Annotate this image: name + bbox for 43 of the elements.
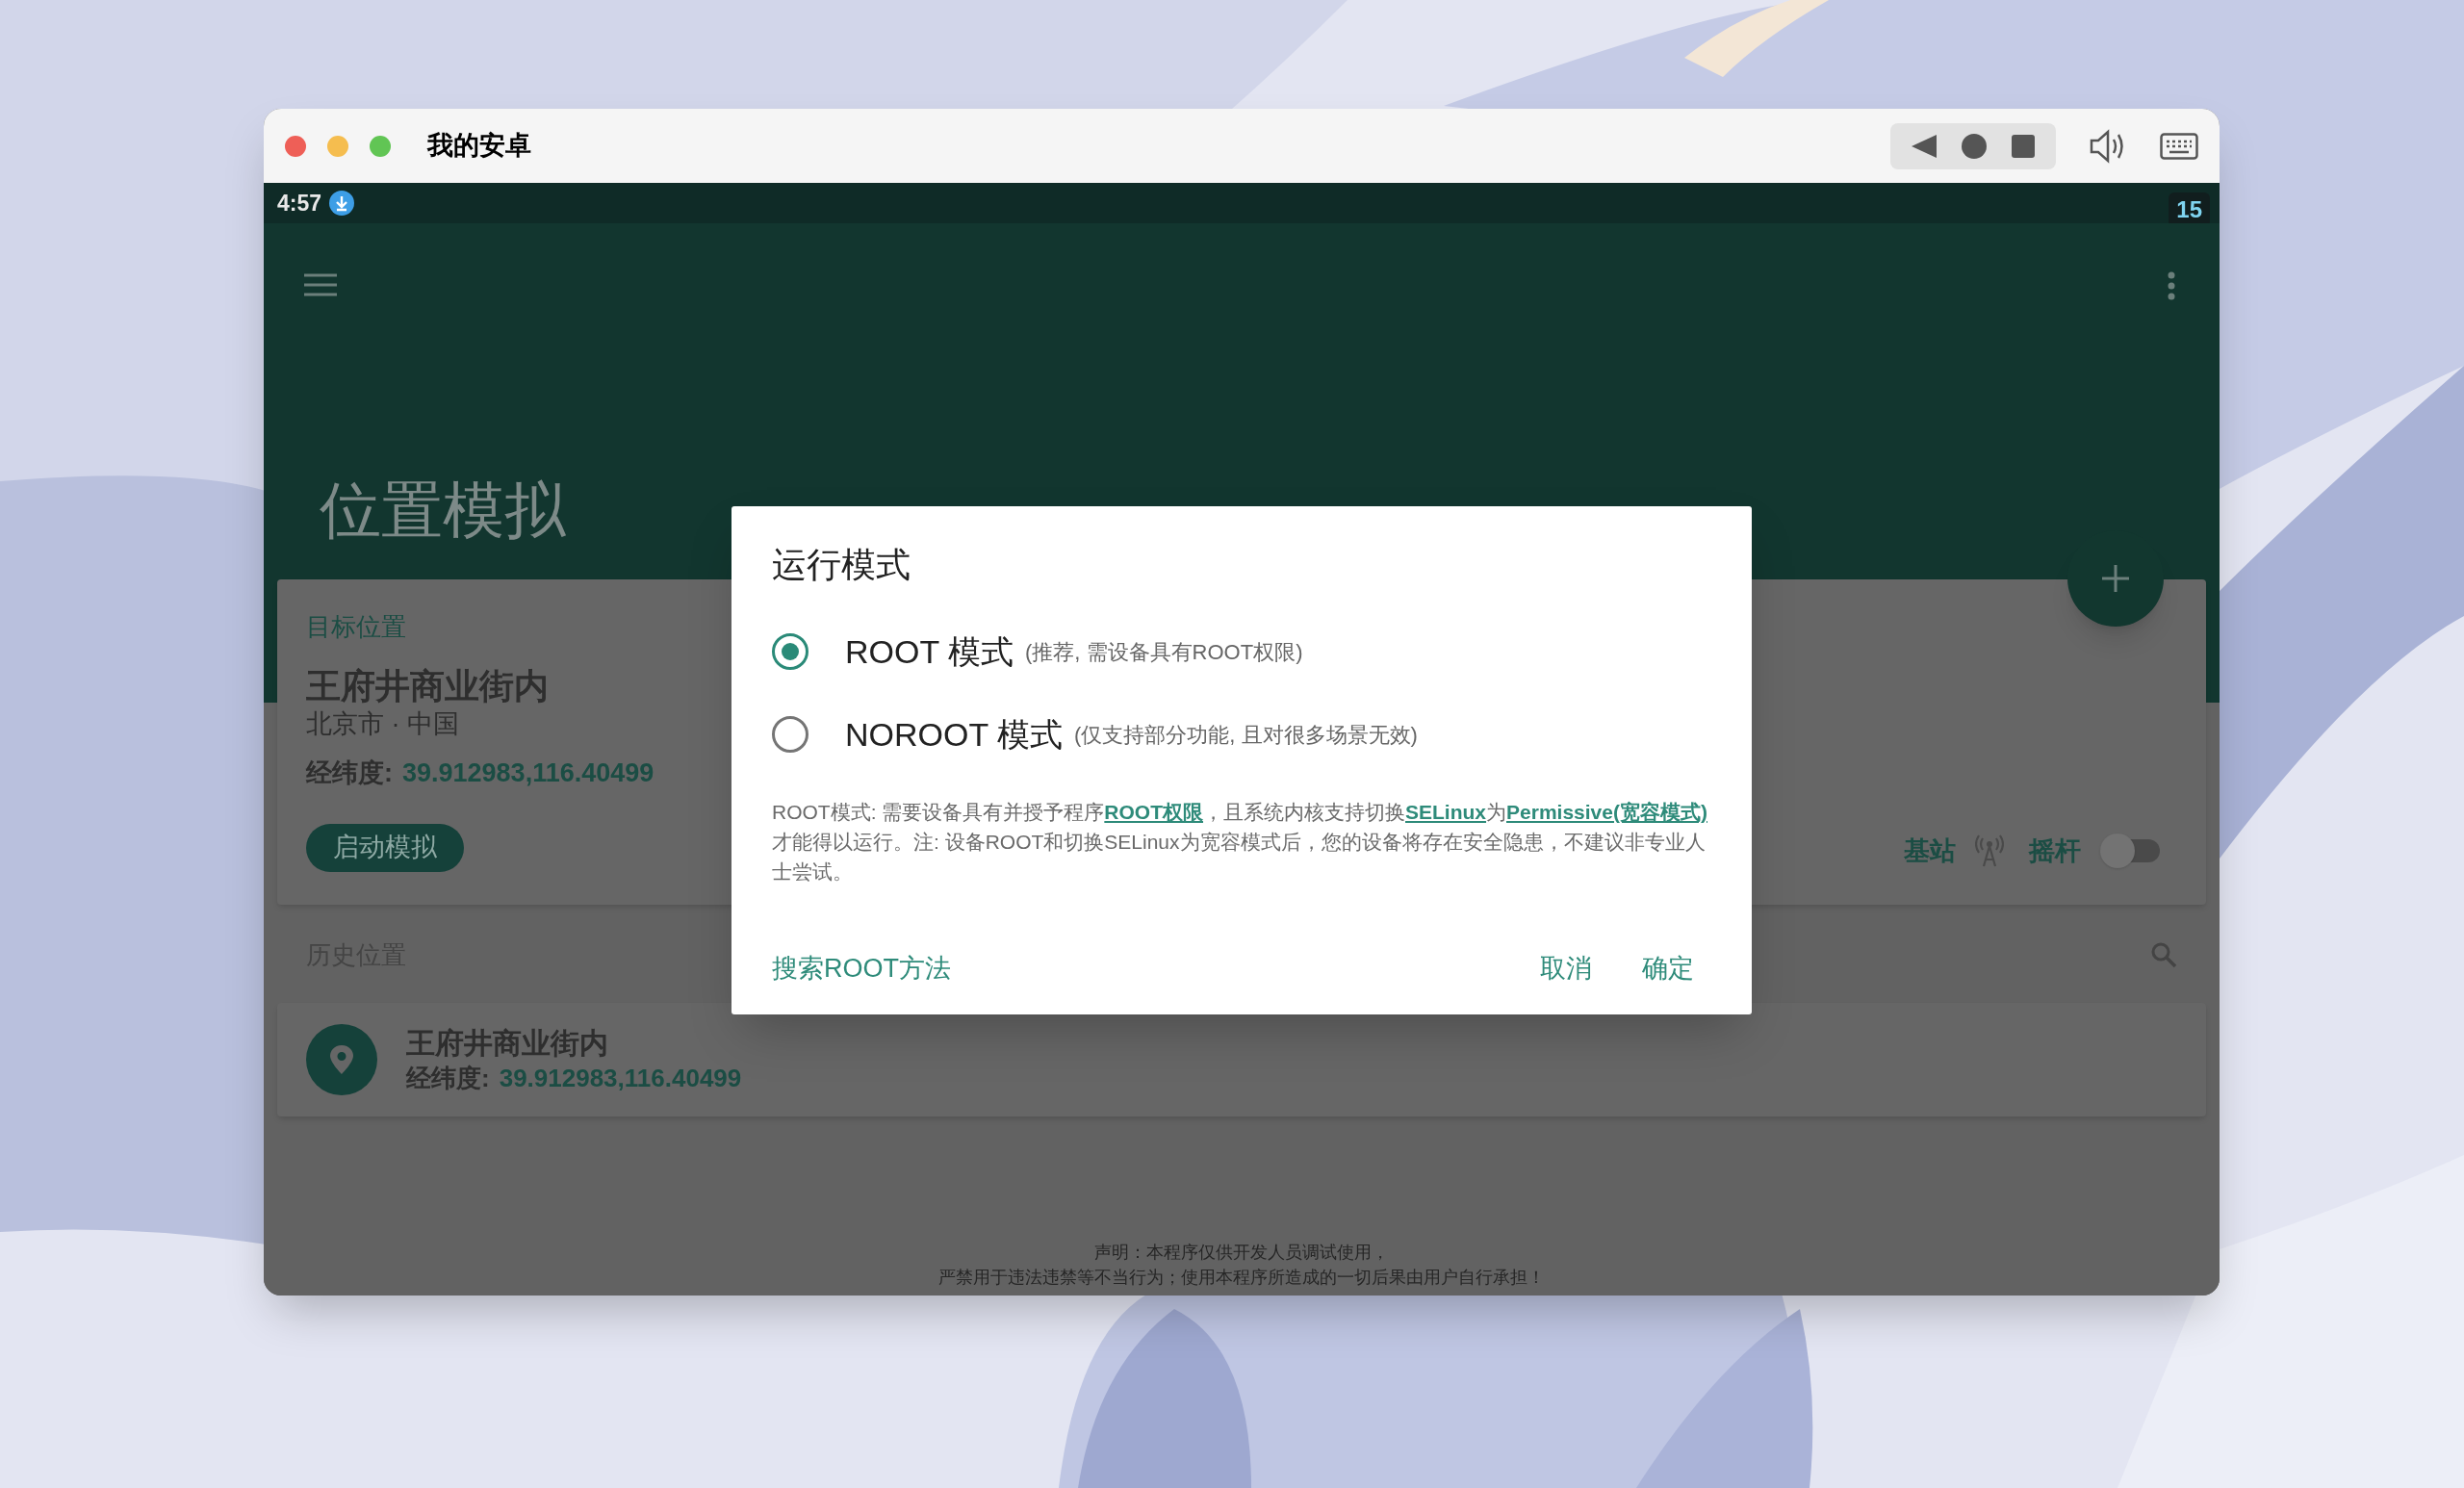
toggle-label: 摇杆 — [2029, 834, 2081, 867]
description-text: ROOT模式: 需要设备具有并授予程序ROOT权限，且系统内核支持切换SELinux为Permissive(宽容模式) 才能得以运行。注: 设备ROOT和切换SELinux为宽容模式后，您的设备将存在安全隐患，不建议非专业人士尝试。 — [772, 800, 1708, 885]
app-title: 位置模拟 — [320, 475, 566, 547]
dialog-button[interactable]: 取消 — [1534, 939, 1598, 997]
option-hint: (推荐, 需设备具有ROOT权限) — [1025, 638, 1303, 666]
dialog-button[interactable]: 确定 — [1636, 939, 1700, 997]
toggle-label: 基站 — [1904, 834, 1956, 867]
history-item[interactable]: 王府井商业街内 经纬度: 39.912983,116.40499 — [277, 1003, 2206, 1116]
plus-icon — [2102, 565, 2129, 592]
start-simulation-button[interactable]: 启动模拟 — [306, 823, 464, 872]
radio-button[interactable] — [772, 716, 808, 753]
back-icon[interactable] — [1912, 134, 1937, 158]
radio-button[interactable] — [772, 633, 808, 670]
clock: 4:57 — [277, 189, 322, 218]
location-pin-icon — [306, 1024, 377, 1095]
link[interactable]: Permissive(宽容模式) — [1506, 801, 1707, 823]
coordinates-value: 39.912983,116.40499 — [402, 757, 654, 789]
option-hint: (仅支持部分功能, 且对很多场景无效) — [1074, 721, 1418, 749]
option-label: NOROOT 模式 — [845, 714, 1064, 755]
dialog-title: 运行模式 — [772, 544, 911, 586]
square-icon[interactable] — [2012, 134, 2035, 158]
radio-option[interactable]: NOROOT 模式 (仅支持部分功能, 且对很多场景无效) — [772, 693, 1711, 776]
maximize-button[interactable] — [370, 135, 391, 157]
place-name: 王府井商业街内 — [406, 1026, 609, 1061]
coordinates-label: 经纬度: — [406, 1063, 490, 1094]
link[interactable]: ROOT权限 — [1104, 801, 1203, 823]
home-icon[interactable] — [1962, 133, 1987, 159]
place-name: 王府井商业街内 — [306, 665, 549, 707]
section-label: 目标位置 — [306, 611, 406, 643]
disclaimer-text: 声明：本程序仅供开发人员调试使用， — [1094, 1242, 1389, 1264]
keyboard-icon[interactable] — [2160, 132, 2198, 160]
more-icon[interactable] — [2168, 271, 2175, 300]
search-root-button[interactable]: 搜索ROOT方法 — [772, 939, 951, 997]
radio-option[interactable]: ROOT 模式 (推荐, 需设备具有ROOT权限) — [772, 610, 1711, 693]
menu-icon[interactable] — [304, 273, 337, 296]
coordinates-value: 39.912983,116.40499 — [499, 1063, 742, 1094]
link[interactable]: SELinux — [1405, 801, 1487, 823]
window-title: 我的安卓 — [427, 130, 531, 163]
option-label: ROOT 模式 — [845, 631, 1014, 672]
coordinates-label: 经纬度: — [306, 757, 393, 789]
download-icon — [329, 191, 355, 216]
region-text: 北京市 · 中国 — [306, 708, 459, 740]
close-button[interactable] — [285, 135, 306, 157]
